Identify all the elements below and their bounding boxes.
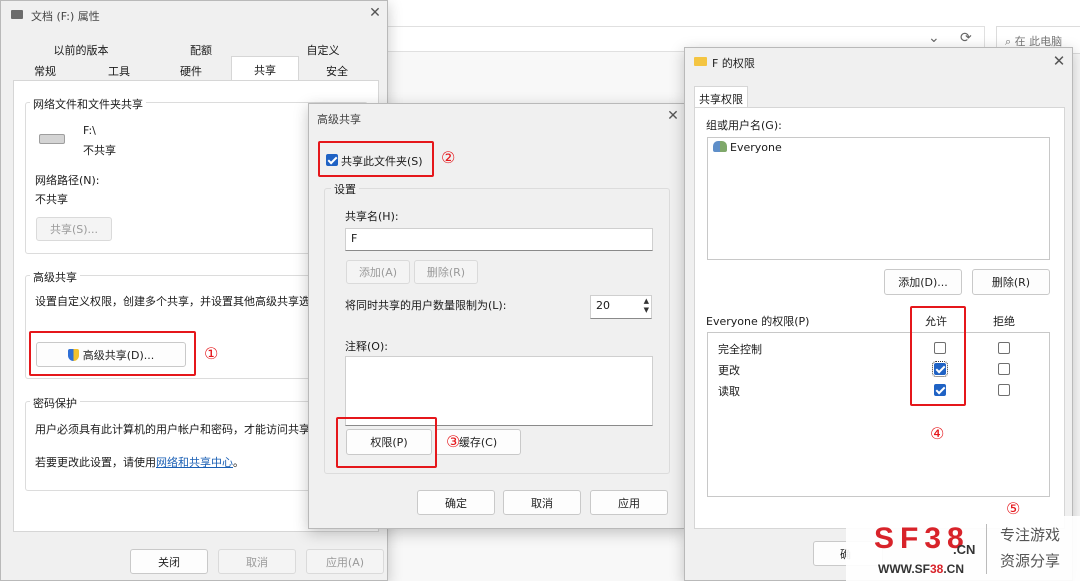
annotation-marker-2: ②: [441, 148, 456, 167]
permission-name: 读取: [718, 385, 740, 398]
apply-button[interactable]: 应用: [590, 490, 668, 515]
watermark-url: WWW.SF38.CN: [878, 562, 964, 576]
watermark-url-prefix: WWW.SF: [878, 562, 930, 576]
remove-share-button[interactable]: 删除(R): [414, 260, 478, 284]
advanced-sharing-title: 高级共享: [317, 113, 361, 126]
share-name-label: 共享名(H):: [345, 210, 399, 223]
watermark-line2: 资源分享: [1000, 552, 1061, 570]
deny-change-checkbox[interactable]: [998, 363, 1010, 375]
password-protection-group-title: 密码保护: [30, 395, 80, 411]
drive-icon: [11, 10, 23, 19]
comment-textarea[interactable]: [345, 356, 653, 426]
users-icon: [713, 141, 727, 152]
tab-previous-versions[interactable]: 以前的版本: [41, 42, 121, 58]
tab-share-permissions[interactable]: 共享权限: [694, 86, 748, 108]
network-path-value: 不共享: [35, 193, 68, 206]
table-row: 读取: [708, 380, 1049, 400]
drive-name: F:\: [83, 124, 96, 137]
permission-name: 更改: [718, 364, 740, 377]
annotation-box-1: [29, 331, 196, 376]
permissions-for-label: Everyone 的权限(P): [706, 315, 810, 328]
permission-name: 完全控制: [718, 343, 762, 356]
tab-customize[interactable]: 自定义: [293, 42, 353, 58]
watermark-url-suffix: .CN: [943, 562, 965, 576]
deny-read-checkbox[interactable]: [998, 384, 1010, 396]
settings-group-title: 设置: [331, 181, 359, 197]
remove-user-button[interactable]: 删除(R): [972, 269, 1050, 295]
close-icon[interactable]: ✕: [1049, 52, 1069, 70]
add-user-button[interactable]: 添加(D)...: [884, 269, 962, 295]
drive-icon: [39, 134, 65, 144]
watermark-line1: 专注游戏: [1000, 526, 1061, 544]
cancel-button[interactable]: 取消: [218, 549, 296, 574]
chevron-down-icon[interactable]: ⌄: [928, 30, 940, 46]
permissions-table: 完全控制 更改 读取: [707, 332, 1050, 497]
annotation-marker-4: ④: [930, 424, 945, 443]
share-name-input[interactable]: F: [345, 228, 653, 251]
tab-sharing[interactable]: 共享: [231, 56, 299, 81]
close-button[interactable]: 关闭: [130, 549, 208, 574]
stepper-arrows-icon[interactable]: ▲ ▼: [644, 297, 649, 315]
annotation-marker-1: ①: [204, 344, 219, 363]
user-limit-label: 将同时共享的用户数量限制为(L):: [345, 299, 507, 312]
close-icon[interactable]: ✕: [663, 108, 683, 124]
watermark-logo-suffix: .CN: [953, 542, 976, 557]
comment-label: 注释(O):: [345, 340, 388, 353]
tab-hardware[interactable]: 硬件: [167, 63, 215, 79]
annotation-marker-3: ③: [446, 432, 461, 451]
advanced-sharing-group-title: 高级共享: [30, 269, 80, 285]
tab-general[interactable]: 常规: [21, 63, 69, 79]
apply-button[interactable]: 应用(A): [306, 549, 384, 574]
permissions-title: F 的权限: [712, 57, 755, 70]
table-row: 完全控制: [708, 338, 1049, 358]
annotation-box-3: [336, 417, 437, 468]
ok-button[interactable]: 确定: [417, 490, 495, 515]
network-share-group-title: 网络文件和文件夹共享: [30, 96, 146, 112]
deny-full-control-checkbox[interactable]: [998, 342, 1010, 354]
annotation-box-2: [318, 141, 434, 177]
tab-security[interactable]: 安全: [313, 63, 361, 79]
user-limit-stepper[interactable]: 20 ▲ ▼: [590, 295, 652, 319]
add-share-button[interactable]: 添加(A): [346, 260, 410, 284]
folder-icon: [694, 57, 707, 66]
annotation-box-4: [910, 306, 966, 406]
network-path-label: 网络路径(N):: [35, 174, 100, 187]
share-button[interactable]: 共享(S)...: [36, 217, 112, 241]
user-name: Everyone: [730, 141, 782, 154]
tab-tools[interactable]: 工具: [95, 63, 143, 79]
close-icon[interactable]: ✕: [365, 5, 385, 21]
watermark-divider: [986, 524, 987, 574]
password-change-suffix: 。: [233, 456, 244, 469]
tab-quota[interactable]: 配额: [171, 42, 231, 58]
table-row: 更改: [708, 359, 1049, 379]
network-sharing-center-link[interactable]: 网络和共享中心: [156, 456, 233, 469]
refresh-icon[interactable]: ⟳: [960, 30, 972, 46]
watermark: SF38 .CN 专注游戏 资源分享 WWW.SF38.CN: [846, 516, 1080, 581]
user-list[interactable]: Everyone: [707, 137, 1050, 260]
watermark-url-number: 38: [929, 562, 944, 576]
user-limit-value: 20: [596, 299, 610, 312]
list-item[interactable]: Everyone: [713, 141, 782, 154]
properties-title: 文档 (F:) 属性: [31, 10, 100, 23]
drive-share-status: 不共享: [83, 144, 116, 157]
cancel-button[interactable]: 取消: [503, 490, 581, 515]
group-user-label: 组或用户名(G):: [706, 119, 782, 132]
password-change-text: 若要更改此设置，请使用网络和共享中心。: [35, 454, 244, 470]
deny-column-header: 拒绝: [993, 315, 1015, 328]
password-change-prefix: 若要更改此设置，请使用: [35, 456, 156, 469]
